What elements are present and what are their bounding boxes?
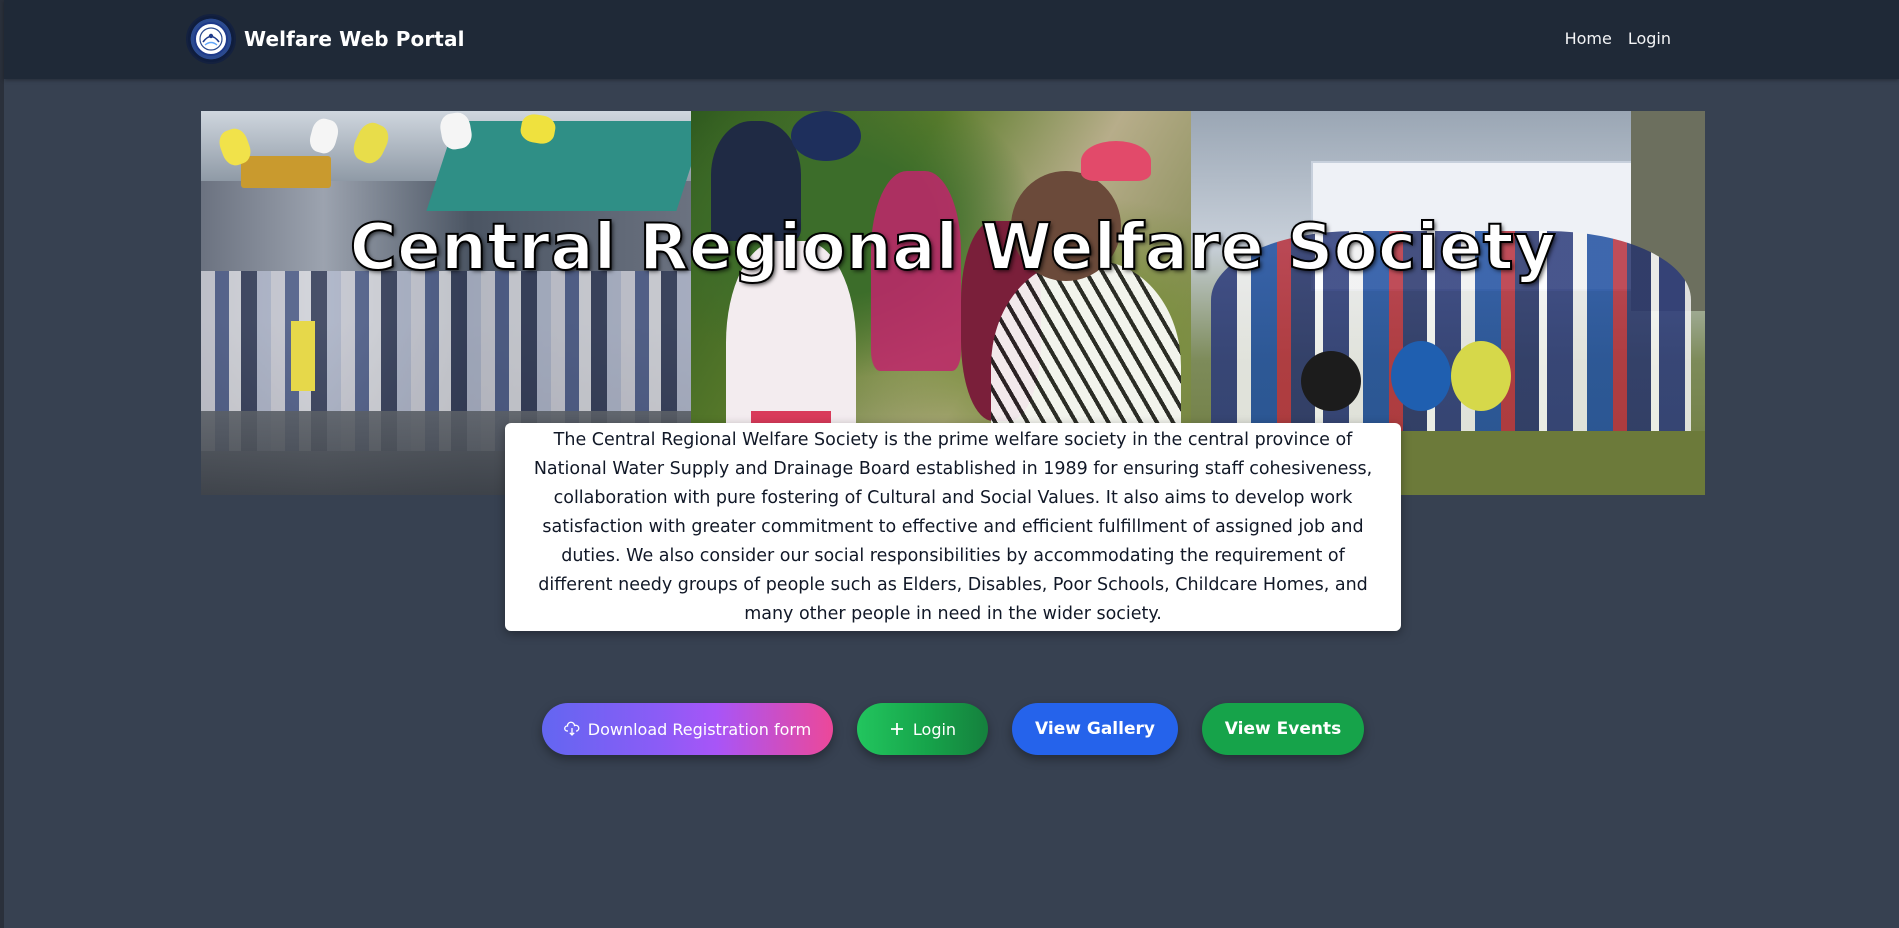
hero-title: Central Regional Welfare Society [349,210,1557,286]
view-events-label: View Events [1224,719,1342,739]
download-registration-label: Download Registration form [587,719,812,739]
plus-icon [889,721,905,737]
view-gallery-label: View Gallery [1035,719,1155,739]
view-events-button[interactable]: View Events [1202,703,1364,755]
about-description: The Central Regional Welfare Society is … [533,429,1373,624]
nav-link-login[interactable]: Login [1628,29,1671,48]
nav-link-home[interactable]: Home [1565,29,1612,48]
brand-name: Welfare Web Portal [244,27,465,51]
download-cloud-icon [563,721,580,737]
top-navbar: Welfare Web Portal Home Login [4,0,1899,79]
welfare-emblem-icon [186,14,236,64]
view-gallery-button[interactable]: View Gallery [1012,703,1178,755]
about-card: The Central Regional Welfare Society is … [505,423,1401,631]
download-registration-button[interactable]: Download Registration form [542,703,833,755]
nav-links: Home Login [1565,29,1671,48]
login-button-label: Login [912,719,957,739]
login-button[interactable]: Login [857,703,988,755]
brand-link[interactable]: Welfare Web Portal [186,14,465,64]
